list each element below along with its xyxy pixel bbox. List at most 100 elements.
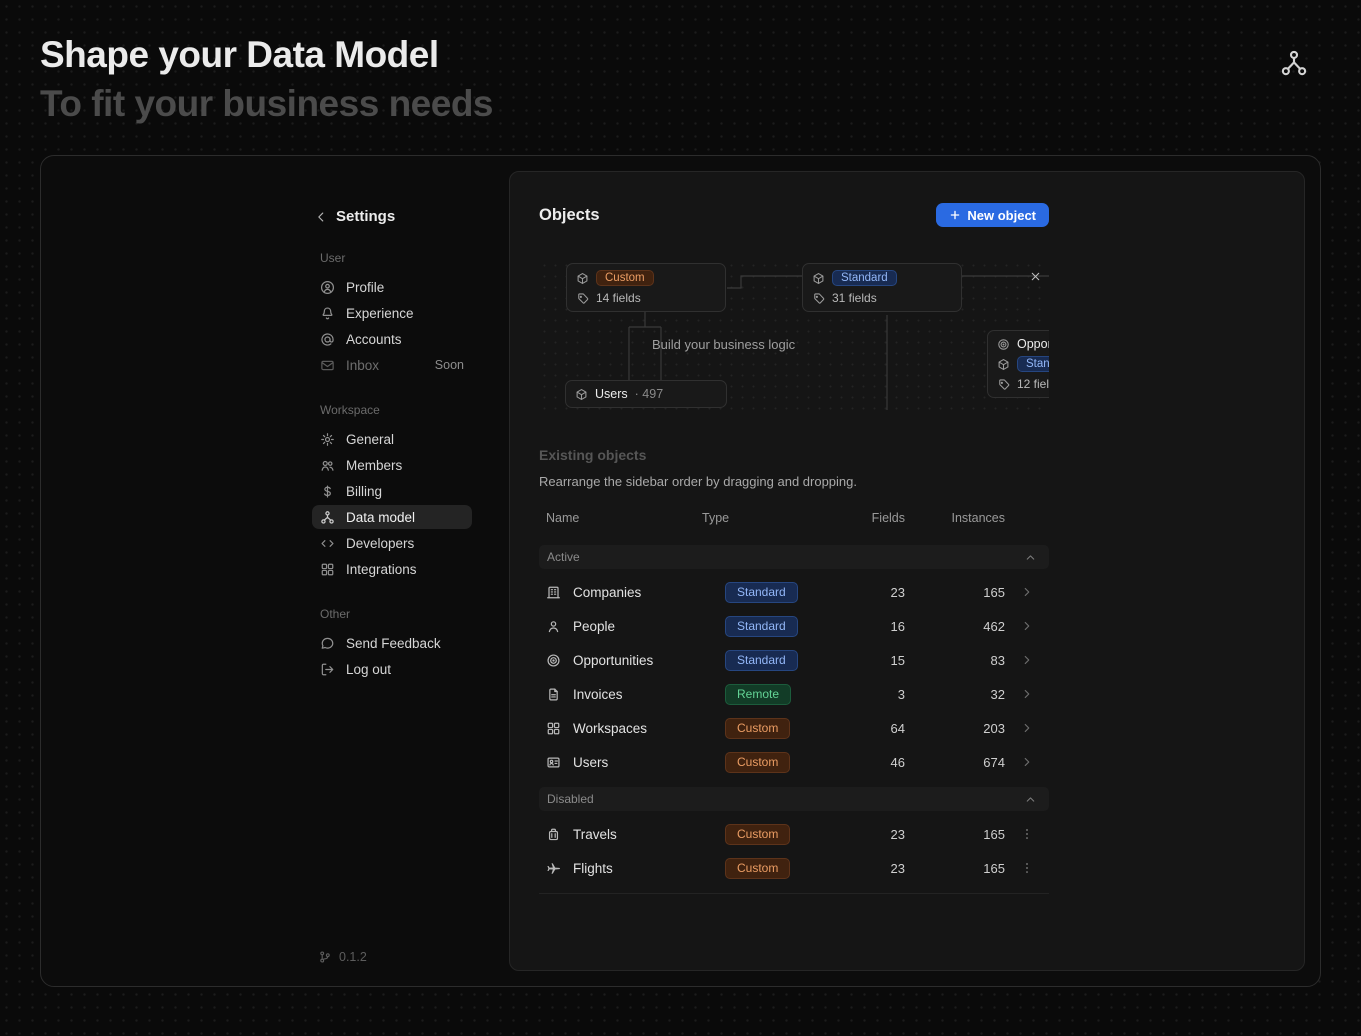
table-group-active[interactable]: Active [539, 545, 1049, 569]
node-count: · 497 [635, 387, 664, 401]
building-icon [546, 585, 561, 600]
sidebar-item-log-out[interactable]: Log out [312, 657, 472, 681]
fields-count: 23 [845, 585, 905, 600]
sidebar-item-label: Integrations [346, 562, 417, 577]
object-name: Invoices [573, 687, 623, 702]
data-model-canvas[interactable]: Custom 14 fields Standard 31 fields [539, 260, 1049, 410]
sidebar-item-label: Accounts [346, 332, 402, 347]
objects-panel: Objects New object Custom [509, 171, 1305, 971]
canvas-node-opportunities[interactable]: Opportu Stand 12 fiel [987, 330, 1049, 398]
fields-count: 64 [845, 721, 905, 736]
sidebar-item-developers[interactable]: Developers [312, 531, 472, 555]
object-name: Flights [573, 861, 613, 876]
chevron-right-icon [1020, 653, 1034, 667]
custom-badge: Custom [596, 270, 654, 286]
app-version: 0.1.2 [312, 950, 472, 964]
sidebar-item-accounts[interactable]: Accounts [312, 327, 472, 351]
sidebar-item-label: Developers [346, 536, 414, 551]
table-row-people[interactable]: PeopleStandard16462 [539, 609, 1049, 643]
instances-count: 32 [905, 687, 1005, 702]
grid-icon [546, 721, 561, 736]
sidebar-item-experience[interactable]: Experience [312, 301, 472, 325]
standard-badge: Stand [1017, 356, 1049, 372]
code-icon [320, 536, 335, 551]
cube-icon [997, 358, 1010, 371]
version-label: 0.1.2 [339, 950, 367, 964]
sidebar-item-label: Send Feedback [346, 636, 441, 651]
sidebar-item-send-feedback[interactable]: Send Feedback [312, 631, 472, 655]
sidebar-item-label: Profile [346, 280, 384, 295]
table-row-invoices[interactable]: InvoicesRemote332 [539, 677, 1049, 711]
table-row-opportunities[interactable]: OpportunitiesStandard1583 [539, 643, 1049, 677]
table-row-users[interactable]: UsersCustom46674 [539, 745, 1049, 779]
node-title: Users [595, 387, 628, 401]
instances-count: 674 [905, 755, 1005, 770]
cube-icon [575, 388, 588, 401]
row-action-button[interactable] [1005, 619, 1049, 633]
object-name: Workspaces [573, 721, 647, 736]
table-row-travels[interactable]: TravelsCustom23165 [539, 817, 1049, 851]
sidebar-item-general[interactable]: General [312, 427, 472, 451]
settings-back-button[interactable]: Settings [312, 208, 472, 225]
type-badge: Custom [725, 858, 790, 879]
settings-card: Settings UserProfileExperienceAccountsIn… [40, 155, 1321, 987]
instances-count: 83 [905, 653, 1005, 668]
row-action-button[interactable] [1005, 687, 1049, 701]
plus-icon [949, 209, 961, 221]
fields-count: 31 fields [832, 291, 877, 305]
fields-count: 12 fiel [1017, 377, 1049, 391]
chevron-right-icon [1020, 687, 1034, 701]
instances-count: 165 [905, 861, 1005, 876]
table-row-workspaces[interactable]: WorkspacesCustom64203 [539, 711, 1049, 745]
table-group-disabled[interactable]: Disabled [539, 787, 1049, 811]
type-badge: Standard [725, 582, 798, 603]
column-fields: Fields [845, 511, 905, 525]
table-row-flights[interactable]: FlightsCustom23165 [539, 851, 1049, 885]
sidebar-item-billing[interactable]: Billing [312, 479, 472, 503]
canvas-node-standard[interactable]: Standard 31 fields [802, 263, 962, 312]
close-icon[interactable] [1029, 270, 1042, 283]
object-name: Companies [573, 585, 641, 600]
canvas-node-custom[interactable]: Custom 14 fields [566, 263, 726, 312]
canvas-node-users[interactable]: Users · 497 [565, 380, 727, 408]
sidebar-nav: UserProfileExperienceAccountsInboxSoonWo… [312, 225, 472, 683]
fields-count: 15 [845, 653, 905, 668]
bell-icon [320, 306, 335, 321]
sidebar-item-label: Data model [346, 510, 415, 525]
row-action-button[interactable] [1005, 585, 1049, 599]
sidebar-section-label-workspace: Workspace [312, 403, 472, 417]
table-row-companies[interactable]: Companies Standard 23165 [539, 575, 1049, 609]
type-badge: Standard [725, 616, 798, 637]
cube-icon [576, 272, 589, 285]
sidebar-item-data-model[interactable]: Data model [312, 505, 472, 529]
type-badge: Standard [725, 650, 798, 671]
person-icon [546, 619, 561, 634]
user-circle-icon [320, 280, 335, 295]
table-header: Name Type Fields Instances [539, 511, 1049, 537]
sidebar-item-members[interactable]: Members [312, 453, 472, 477]
at-sign-icon [320, 332, 335, 347]
target-icon [546, 653, 561, 668]
row-action-button[interactable] [1005, 861, 1049, 875]
tag-icon [997, 378, 1010, 391]
fields-count: 46 [845, 755, 905, 770]
object-name: People [573, 619, 615, 634]
panel-title: Objects [539, 206, 600, 225]
existing-objects-description: Rearrange the sidebar order by dragging … [539, 474, 1304, 489]
instances-count: 165 [905, 585, 1005, 600]
row-action-button[interactable] [1005, 827, 1049, 841]
sidebar-item-profile[interactable]: Profile [312, 275, 472, 299]
sidebar-item-integrations[interactable]: Integrations [312, 557, 472, 581]
type-badge: Remote [725, 684, 791, 705]
new-object-button[interactable]: New object [936, 203, 1049, 227]
data-model-icon [320, 510, 335, 525]
standard-badge: Standard [832, 270, 897, 286]
row-action-button[interactable] [1005, 755, 1049, 769]
row-action-button[interactable] [1005, 653, 1049, 667]
settings-back-label: Settings [336, 208, 395, 225]
column-type: Type [702, 511, 845, 525]
row-action-button[interactable] [1005, 721, 1049, 735]
sidebar-item-inbox[interactable]: InboxSoon [312, 353, 472, 377]
column-instances: Instances [905, 511, 1005, 525]
dollar-icon [320, 484, 335, 499]
